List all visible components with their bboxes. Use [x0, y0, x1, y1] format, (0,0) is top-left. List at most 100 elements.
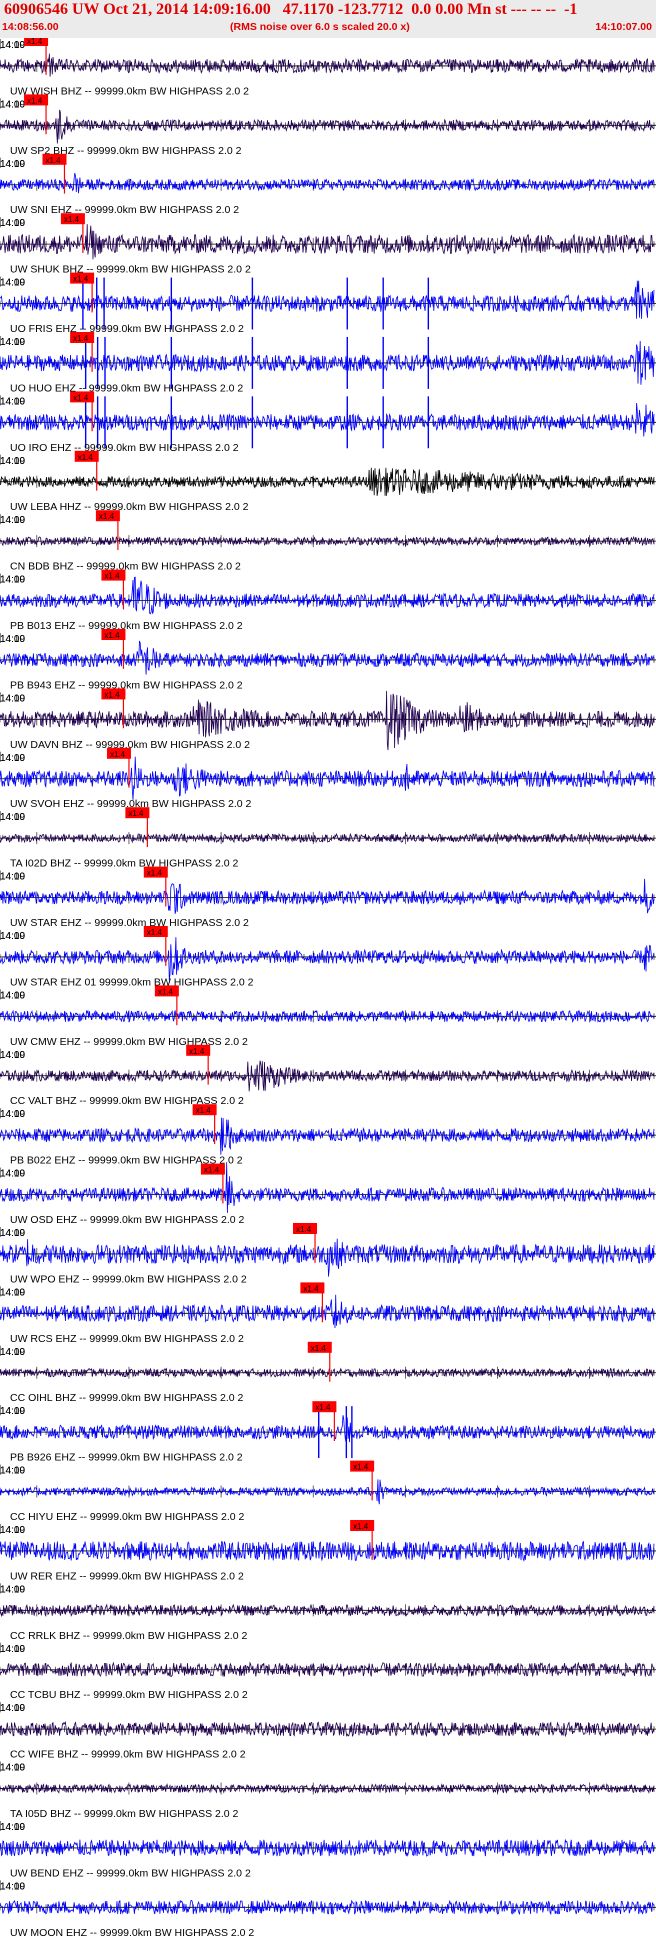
- pick-label: x1.4: [189, 1047, 205, 1056]
- waveform-trace: [0, 173, 655, 194]
- minute-label: 14:10: [0, 634, 25, 645]
- station-label: UW LEBA HHZ -- 99999.0km BW HIGHPASS 2.0…: [10, 501, 249, 513]
- minute-label: 14:10: [0, 1584, 25, 1595]
- minute-label: 14:10: [0, 812, 25, 823]
- pick-label: x1.4: [73, 275, 89, 284]
- station-label: UW STAR EHZ -- 99999.0km BW HIGHPASS 2.0…: [10, 917, 249, 929]
- minute-label: 14:10: [0, 456, 25, 467]
- station-label: CC RRLK BHZ -- 99999.0km BW HIGHPASS 2.0…: [10, 1630, 247, 1642]
- minute-label: 14:10: [0, 1644, 25, 1655]
- pick-label: x1.4: [158, 987, 174, 996]
- minute-label: 14:10: [0, 1881, 25, 1892]
- pick-label: x1.4: [99, 512, 115, 521]
- waveform-trace: [0, 640, 655, 675]
- station-label: TA I05D BHZ -- 99999.0km BW HIGHPASS 2.0…: [10, 1808, 239, 1820]
- minute-label: 14:10: [0, 40, 25, 51]
- waveform-trace: [0, 576, 655, 615]
- minute-label: 14:10: [0, 1287, 25, 1298]
- station-label: UW OSD EHZ -- 99999.0km BW HIGHPASS 2.0 …: [10, 1214, 245, 1226]
- station-label: UW MOON EHZ -- 99999.0km BW HIGHPASS 2.0…: [10, 1927, 254, 1939]
- pick-label: x1.4: [147, 928, 163, 937]
- station-label: UW STAR EHZ 01 99999.0km BW HIGHPASS 2.0…: [10, 976, 254, 988]
- station-label: CC TCBU BHZ -- 99999.0km BW HIGHPASS 2.0…: [10, 1689, 248, 1701]
- waveform-trace: [0, 53, 655, 77]
- station-label: UW CMW EHZ -- 99999.0km BW HIGHPASS 2.0 …: [10, 1036, 248, 1048]
- minute-label: 14:10: [0, 1169, 25, 1180]
- minute-label: 14:10: [0, 515, 25, 526]
- pick-label: x1.4: [104, 690, 120, 699]
- end-time: 14:10:07.00: [595, 21, 652, 33]
- minute-label: 14:10: [0, 1347, 25, 1358]
- station-label: UW SHUK BHZ -- 99999.0km BW HIGHPASS 2.0…: [10, 264, 251, 276]
- minute-label: 14:10: [0, 693, 25, 704]
- station-label: CC OIHL BHZ -- 99999.0km BW HIGHPASS 2.0…: [10, 1392, 244, 1404]
- minute-label: 14:10: [0, 872, 25, 883]
- minute-label: 14:10: [0, 159, 25, 170]
- station-label: CC WIFE BHZ -- 99999.0km BW HIGHPASS 2.0…: [10, 1749, 246, 1761]
- rms-note: (RMS noise over 6.0 s scaled 20.0 x): [230, 21, 410, 33]
- minute-label: 14:10: [0, 990, 25, 1001]
- pick-label: x1.4: [147, 869, 163, 878]
- waveform-trace: [0, 832, 655, 844]
- minute-label: 14:10: [0, 753, 25, 764]
- station-label: PB B943 EHZ -- 99999.0km BW HIGHPASS 2.0…: [10, 679, 243, 691]
- minute-label: 14:10: [0, 1406, 25, 1417]
- station-label: PB B013 EHZ -- 99999.0km BW HIGHPASS 2.0…: [10, 620, 243, 632]
- waveform-trace: [0, 878, 655, 914]
- minute-label: 14:10: [0, 278, 25, 289]
- pick-label: x1.4: [303, 1284, 319, 1293]
- waveform-trace: [0, 1163, 655, 1213]
- pick-label: x1.4: [204, 1166, 220, 1175]
- pick-label: x1.4: [315, 1403, 331, 1412]
- waveform-trace: [0, 1415, 655, 1443]
- pick-label: x1.4: [353, 1522, 369, 1531]
- station-label: PB B926 EHZ -- 99999.0km BW HIGHPASS 2.0…: [10, 1452, 243, 1464]
- minute-label: 14:10: [0, 1466, 25, 1477]
- station-label: UO IRO EHZ -- 99999.0km BW HIGHPASS 2.0 …: [10, 442, 239, 454]
- station-label: CC HIYU EHZ -- 99999.0km BW HIGHPASS 2.0…: [10, 1511, 245, 1523]
- waveform-trace: [0, 280, 655, 319]
- pick-label: x1.4: [78, 453, 94, 462]
- station-label: UO FRIS EHZ -- 99999.0km BW HIGHPASS 2.0…: [10, 323, 244, 335]
- station-label: UW WPO EHZ -- 99999.0km BW HIGHPASS 2.0 …: [10, 1273, 247, 1285]
- minute-label: 14:10: [0, 1109, 25, 1120]
- minute-label: 14:10: [0, 396, 25, 407]
- pick-label: x1.4: [45, 156, 61, 165]
- pick-label: x1.4: [64, 215, 80, 224]
- waveform-trace: [0, 1238, 655, 1277]
- station-label: UW SNI EHZ -- 99999.0km BW HIGHPASS 2.0 …: [10, 204, 239, 216]
- pick-label: x1.4: [296, 1225, 312, 1234]
- station-label: UW BEND EHZ -- 99999.0km BW HIGHPASS 2.0…: [10, 1867, 251, 1879]
- waveform-trace: [0, 1117, 655, 1155]
- seismogram-plot: 14:0914:10 x1.4UW WISH BHZ -- 99999.0km B…: [0, 38, 656, 1939]
- event-title: 60906546 UW Oct 21, 2014 14:09:16.00 47.…: [4, 1, 578, 18]
- pick-label: x1.4: [27, 38, 43, 46]
- pick-label: x1.4: [104, 572, 120, 581]
- minute-label: 14:10: [0, 1228, 25, 1239]
- station-label: TA I02D BHZ -- 99999.0km BW HIGHPASS 2.0…: [10, 858, 239, 870]
- start-time: 14:08:56.00: [2, 21, 59, 33]
- waveform-trace: [0, 756, 655, 800]
- minute-label: 14:10: [0, 99, 25, 110]
- waveform-trace: [0, 224, 655, 260]
- pick-label: x1.4: [104, 631, 120, 640]
- minute-label: 14:10: [0, 337, 25, 348]
- minute-label: 14:10: [0, 1050, 25, 1061]
- station-label: UW RCS EHZ -- 99999.0km BW HIGHPASS 2.0 …: [10, 1333, 244, 1345]
- waveform-trace: [0, 1294, 655, 1329]
- minute-label: 14:10: [0, 931, 25, 942]
- pick-label: x1.4: [128, 809, 144, 818]
- station-label: UW RER EHZ -- 99999.0km BW HIGHPASS 2.0 …: [10, 1570, 244, 1582]
- pick-label: x1.4: [73, 334, 89, 343]
- pick-label: x1.4: [353, 1463, 369, 1472]
- station-label: CN BDB BHZ -- 99999.0km BW HIGHPASS 2.0 …: [10, 561, 241, 573]
- pick-label: x1.4: [27, 96, 43, 105]
- minute-label: 14:10: [0, 1763, 25, 1774]
- station-label: UO HUO EHZ -- 99999.0km BW HIGHPASS 2.0 …: [10, 382, 243, 394]
- pick-label: x1.4: [196, 1106, 212, 1115]
- minute-label: 14:10: [0, 1822, 25, 1833]
- minute-label: 14:10: [0, 218, 25, 229]
- minute-label: 14:10: [0, 575, 25, 586]
- pick-label: x1.4: [73, 393, 89, 402]
- pick-label: x1.4: [311, 1344, 327, 1353]
